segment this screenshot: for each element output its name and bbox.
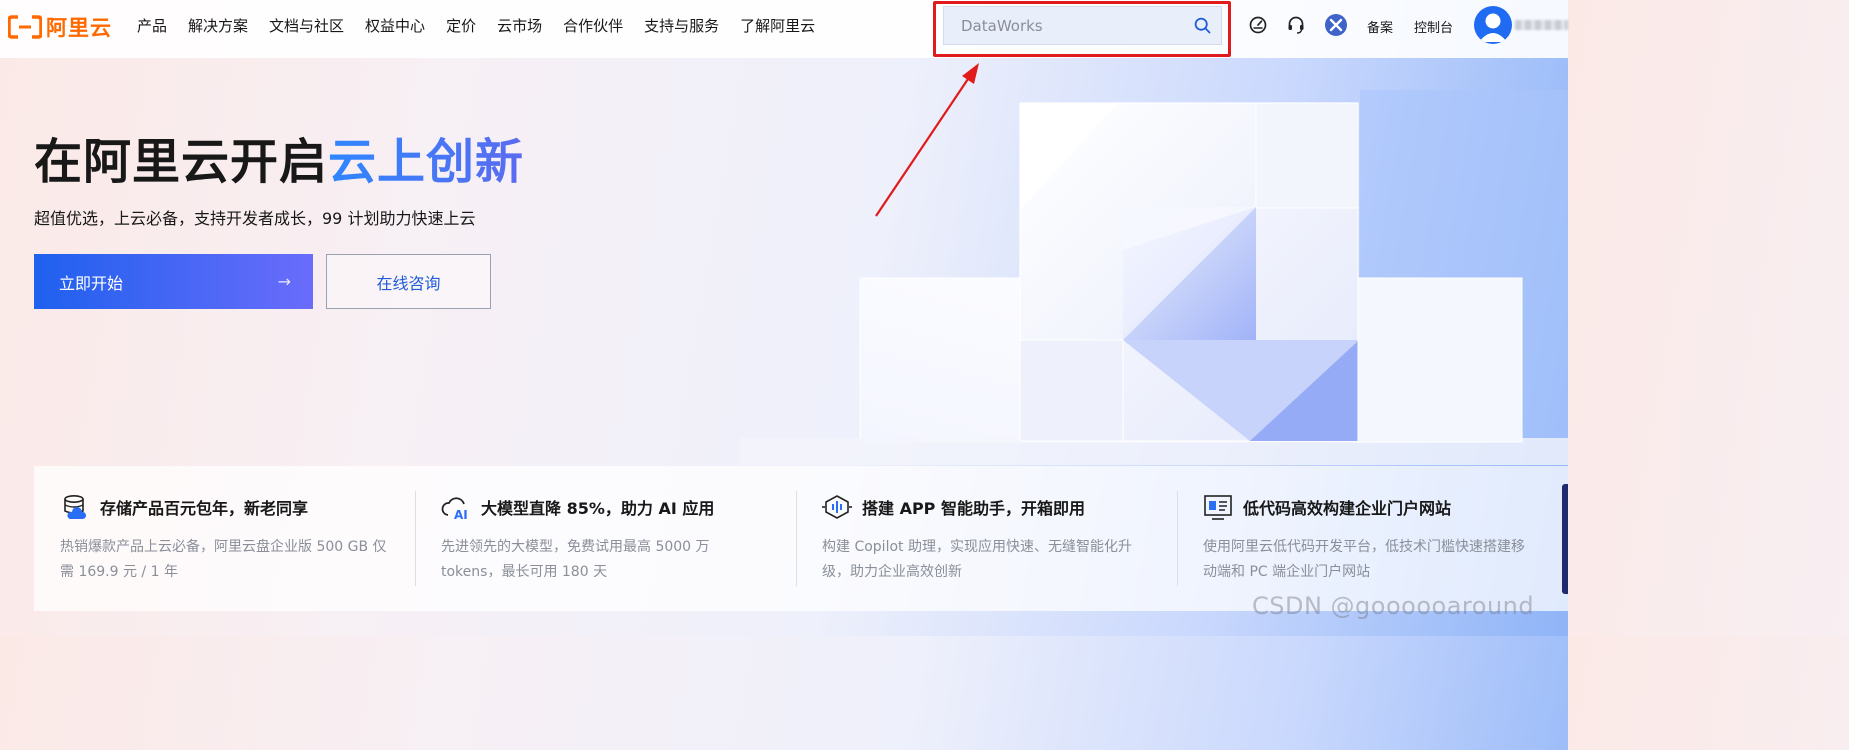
headset-icon[interactable] xyxy=(1286,15,1306,35)
logo-text: 阿里云 xyxy=(46,16,112,40)
card-description: 热销爆款产品上云必备，阿里云盘企业版 500 GB 仅需 169.9 元 / 1… xyxy=(60,539,387,580)
card-header: 存储产品百元包年，新老同享 xyxy=(60,493,415,521)
nav-item-partners[interactable]: 合作伙伴 xyxy=(563,15,623,36)
top-header: 阿里云 产品 解决方案 文档与社区 权益中心 定价 云市场 合作伙伴 支持与服务… xyxy=(0,0,1568,58)
dashboard-icon[interactable] xyxy=(1248,15,1268,35)
card-header: 搭建 APP 智能助手，开箱即用 xyxy=(822,493,1177,521)
console-link[interactable]: 控制台 xyxy=(1414,17,1453,36)
hero-illustration xyxy=(740,90,1568,465)
feature-card-llm[interactable]: AI 大模型直降 85%，助力 AI 应用 先进领先的大模型，免费试用最高 50… xyxy=(415,466,796,611)
card-title: 存储产品百元包年，新老同享 xyxy=(100,499,309,518)
nav-item-marketplace[interactable]: 云市场 xyxy=(497,15,542,36)
hero-subtitle: 超值优选，上云必备，支持开发者成长，99 计划助力快速上云 xyxy=(34,209,476,228)
nav-item-products[interactable]: 产品 xyxy=(137,15,167,36)
card-title: 低代码高效构建企业门户网站 xyxy=(1243,499,1452,518)
voice-assistant-icon xyxy=(822,492,852,522)
nav-item-about[interactable]: 了解阿里云 xyxy=(740,15,815,36)
nav-item-benefits[interactable]: 权益中心 xyxy=(365,15,425,36)
hero-title: 在阿里云开启云上创新 xyxy=(34,122,524,192)
online-consult-button[interactable]: 在线咨询 xyxy=(326,254,491,309)
website-builder-icon xyxy=(1203,492,1233,522)
avatar[interactable] xyxy=(1474,6,1512,44)
online-consult-label: 在线咨询 xyxy=(376,273,441,293)
feature-card-lowcode[interactable]: 低代码高效构建企业门户网站 使用阿里云低代码开发平台，低技术门槛快速搭建移动端和… xyxy=(1177,466,1558,611)
card-header: AI 大模型直降 85%，助力 AI 应用 xyxy=(441,493,796,521)
username-blurred xyxy=(1515,20,1568,30)
nav-item-docs-community[interactable]: 文档与社区 xyxy=(269,15,344,36)
nav-item-support[interactable]: 支持与服务 xyxy=(644,15,719,36)
hero-title-highlight: 云上创新 xyxy=(328,134,525,190)
logo-mark-icon xyxy=(8,15,42,39)
card-description: 构建 Copilot 助理，实现应用快速、无缝智能化升级，助力企业高效创新 xyxy=(822,539,1132,580)
alibaba-cloud-logo[interactable]: 阿里云 xyxy=(8,12,112,42)
feature-cards: 存储产品百元包年，新老同享 热销爆款产品上云必备，阿里云盘企业版 500 GB … xyxy=(34,466,1568,611)
card-title: 大模型直降 85%，助力 AI 应用 xyxy=(481,499,715,518)
cloud-ai-icon: AI xyxy=(441,492,471,522)
svg-text:AI: AI xyxy=(454,508,468,521)
start-now-button[interactable]: 立即开始 → xyxy=(34,254,313,309)
csdn-watermark: CSDN @goooooaround xyxy=(1252,592,1535,620)
card-header: 低代码高效构建企业门户网站 xyxy=(1203,493,1558,521)
start-now-label: 立即开始 xyxy=(59,273,124,293)
nav-item-solutions[interactable]: 解决方案 xyxy=(188,15,248,36)
card-description: 先进领先的大模型，免费试用最高 5000 万 tokens，最长可用 180 天 xyxy=(441,539,710,580)
beian-link[interactable]: 备案 xyxy=(1367,17,1393,36)
arrow-right-icon: → xyxy=(277,272,291,291)
feature-card-app-assistant[interactable]: 搭建 APP 智能助手，开箱即用 构建 Copilot 助理，实现应用快速、无缝… xyxy=(796,466,1177,611)
cross-app-icon[interactable] xyxy=(1325,14,1347,36)
user-avatar-icon xyxy=(1479,13,1507,42)
card-description: 使用阿里云低代码开发平台，低技术门槛快速搭建移动端和 PC 端企业门户网站 xyxy=(1203,539,1525,580)
hero-title-plain: 在阿里云开启 xyxy=(34,134,329,190)
feature-card-storage[interactable]: 存储产品百元包年，新老同享 热销爆款产品上云必备，阿里云盘企业版 500 GB … xyxy=(34,466,415,611)
search-highlight-box xyxy=(933,1,1231,57)
storage-cloud-icon xyxy=(60,492,90,522)
card-title: 搭建 APP 智能助手，开箱即用 xyxy=(862,499,1085,518)
main-nav: 产品 解决方案 文档与社区 权益中心 定价 云市场 合作伙伴 支持与服务 了解阿… xyxy=(137,0,815,50)
floating-side-tab[interactable] xyxy=(1562,484,1568,594)
nav-item-pricing[interactable]: 定价 xyxy=(446,15,476,36)
